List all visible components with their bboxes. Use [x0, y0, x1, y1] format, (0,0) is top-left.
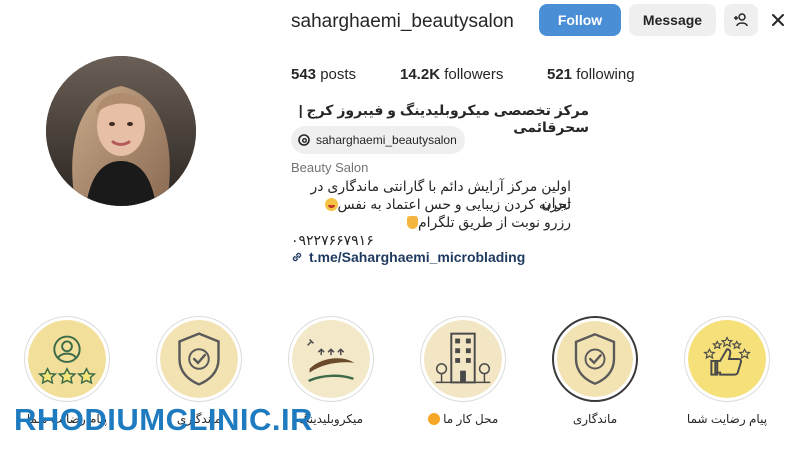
pointing-down-icon — [406, 216, 418, 229]
profile-category: Beauty Salon — [291, 160, 369, 175]
highlight-item[interactable]: محل کار ما — [420, 316, 506, 426]
highlight-label: ماندگاری — [572, 412, 618, 426]
shield-check-icon — [160, 320, 238, 398]
profile-link[interactable]: t.me/Saharghaemi_microblading — [291, 249, 525, 265]
close-icon — [772, 14, 784, 26]
smiling-face-icon — [324, 198, 338, 211]
follow-button[interactable]: Follow — [539, 4, 621, 36]
profile-link-text: t.me/Saharghaemi_microblading — [309, 249, 526, 265]
followers-stat[interactable]: 14.2K followers — [400, 66, 503, 83]
bio-phone: ۰۹۲۲۷۶۶۷۹۱۶ — [291, 232, 374, 248]
followers-count: 14.2K — [400, 66, 441, 83]
followers-label: followers — [444, 66, 504, 83]
heart-eyes-icon — [427, 413, 440, 425]
message-button[interactable]: Message — [629, 4, 716, 36]
threads-badge[interactable]: saharghaemi_beautysalon — [291, 126, 465, 154]
threads-icon — [298, 134, 310, 146]
bio-line: رزرو نوبت از طریق تلگرام — [291, 214, 571, 231]
bio-text: رزرو نوبت از طریق تلگرام — [417, 214, 571, 230]
posts-stat: 543 posts — [291, 66, 356, 83]
add-person-icon — [734, 13, 748, 27]
posts-count: 543 — [291, 66, 317, 83]
following-label: following — [576, 66, 635, 83]
eyebrow-icon — [292, 320, 370, 398]
shield-check-icon — [557, 321, 633, 397]
following-count: 521 — [547, 66, 573, 83]
bio-line: تجربه کردن زیبایی و حس اعتماد به نفس — [291, 196, 571, 213]
watermark-text: RHODIUMCLINIC.IR — [14, 402, 314, 437]
thumbs-up-stars-icon — [688, 320, 766, 398]
threads-handle: saharghaemi_beautysalon — [316, 133, 457, 147]
customer-rating-icon — [28, 320, 106, 398]
highlight-label: پیام رضایت شما — [686, 412, 768, 426]
highlight-label: محل کار ما — [420, 412, 506, 426]
bio-text: تجربه کردن زیبایی و حس اعتماد به نفس — [337, 196, 571, 212]
options-button[interactable] — [768, 11, 788, 29]
highlight-label-text: محل کار ما — [443, 412, 499, 426]
link-icon — [292, 252, 302, 262]
posts-label: posts — [320, 66, 357, 83]
profile-username: saharghaemi_beautysalon — [291, 11, 514, 32]
following-stat[interactable]: 521 following — [547, 66, 635, 83]
suggested-accounts-button[interactable] — [724, 4, 758, 36]
profile-avatar[interactable] — [46, 56, 196, 206]
profile-photo — [46, 56, 196, 206]
highlight-item[interactable]: پیام رضایت شما — [684, 316, 770, 426]
highlight-item[interactable]: ماندگاری — [552, 316, 638, 426]
building-icon — [424, 320, 502, 398]
